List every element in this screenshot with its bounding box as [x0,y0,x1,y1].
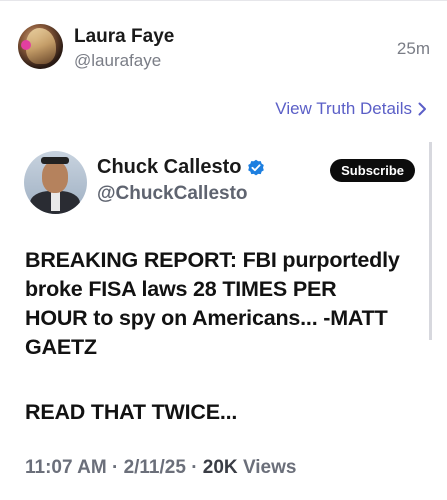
view-truth-details-link[interactable]: View Truth Details [275,99,427,119]
views-count: 20K [202,457,243,478]
post-header: Laura Faye @laurafaye 25m [18,24,430,74]
quoted-author-handle[interactable]: @ChuckCallesto [97,183,248,205]
avatar-flower [21,40,31,50]
chevron-right-icon [418,102,426,116]
post-body-line: HOUR to spy on Americans... -MATT [25,306,388,330]
author-handle[interactable]: @laurafaye [74,51,161,71]
author-avatar[interactable] [18,24,63,69]
post-meta: 11:07 AM · 2/11/25 · 20K Views [25,457,296,479]
meta-separator: · [191,457,203,478]
quoted-author-name[interactable]: Chuck Callesto [97,156,241,179]
views-label: Views [242,457,297,478]
post-time-ago: 25m [396,39,430,58]
subscribe-button[interactable]: Subscribe [330,159,415,182]
top-divider [0,0,447,1]
quoted-author-avatar[interactable] [24,151,87,214]
post-date: 2/11/25 [123,457,186,478]
post-body-second-paragraph: READ THAT TWICE... [25,400,238,424]
post-body-line: GAETZ [25,335,97,359]
post-body-text: BREAKING REPORT: FBI purportedly broke F… [25,246,430,362]
post-body-line: BREAKING REPORT: FBI purportedly [25,248,400,272]
avatar-shirt [51,191,60,211]
quoted-name-row: Chuck Callesto [97,156,265,179]
meta-separator: · [111,457,124,478]
verified-badge-icon [248,159,265,175]
avatar-sunglasses [41,157,69,164]
view-truth-details-label: View Truth Details [275,99,412,118]
avatar-face [42,161,68,193]
post-body-line: broke FISA laws 28 TIMES PER [25,277,337,301]
author-name[interactable]: Laura Faye [74,26,174,48]
post-time: 11:07 AM [25,457,107,478]
